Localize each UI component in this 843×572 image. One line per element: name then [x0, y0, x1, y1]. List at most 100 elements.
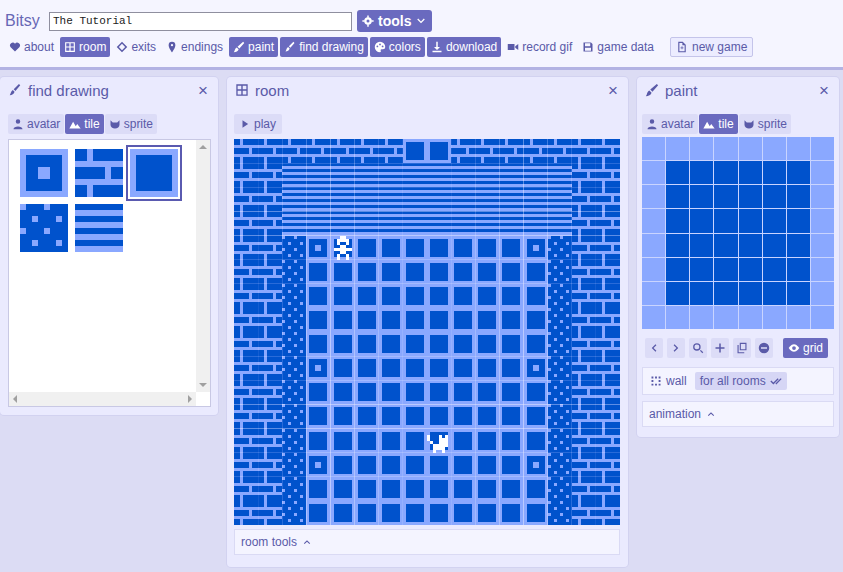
paint-pixel[interactable] — [811, 306, 834, 329]
room-tile[interactable] — [403, 453, 427, 477]
avatar[interactable] — [427, 435, 448, 453]
room-tile[interactable] — [234, 332, 258, 356]
room-tile[interactable] — [596, 429, 620, 453]
paint-pixel[interactable] — [642, 234, 665, 257]
room-tile[interactable] — [403, 308, 427, 332]
paint-pixel[interactable] — [787, 185, 810, 208]
room-tile[interactable] — [258, 236, 282, 260]
add-button[interactable] — [711, 338, 729, 358]
drawing-tab[interactable]: sprite — [105, 114, 157, 134]
room-tile[interactable] — [306, 284, 330, 308]
room-tile[interactable] — [427, 284, 451, 308]
drawing-tab[interactable]: tile — [65, 114, 103, 134]
room-tile[interactable] — [331, 236, 355, 260]
room-tile[interactable] — [331, 477, 355, 501]
room-tile[interactable] — [524, 501, 548, 525]
room-tile[interactable] — [403, 139, 427, 163]
room-tile[interactable] — [379, 284, 403, 308]
paint-pixel[interactable] — [763, 185, 786, 208]
room-tile[interactable] — [548, 308, 572, 332]
room-tile[interactable] — [596, 453, 620, 477]
wall-checkbox[interactable]: wall — [648, 374, 689, 388]
room-tile[interactable] — [475, 260, 499, 284]
room-tile[interactable] — [234, 163, 258, 187]
room-tile[interactable] — [596, 380, 620, 404]
paint-pixel[interactable] — [763, 258, 786, 281]
paint-pixel[interactable] — [811, 258, 834, 281]
room-tile[interactable] — [451, 260, 475, 284]
play-button[interactable]: play — [234, 114, 282, 134]
room-tile[interactable] — [282, 163, 306, 187]
room-tile[interactable] — [331, 187, 355, 211]
room-tile[interactable] — [427, 139, 451, 163]
room-tile[interactable] — [499, 332, 523, 356]
room-tile[interactable] — [499, 404, 523, 428]
room-tile[interactable] — [524, 356, 548, 380]
room-tile[interactable] — [403, 404, 427, 428]
paint-pixel[interactable] — [642, 161, 665, 184]
paint-pixel[interactable] — [690, 258, 713, 281]
room-tile[interactable] — [548, 260, 572, 284]
paint-pixel[interactable] — [763, 234, 786, 257]
room-tile[interactable] — [596, 332, 620, 356]
room-tile[interactable] — [524, 163, 548, 187]
panel-header[interactable]: paint× — [637, 77, 839, 103]
room-tile[interactable] — [572, 308, 596, 332]
room-tile[interactable] — [475, 380, 499, 404]
animation-toggle[interactable]: animation — [642, 401, 834, 427]
room-tile[interactable] — [234, 236, 258, 260]
room-tile[interactable] — [475, 501, 499, 525]
paint-pixel[interactable] — [642, 258, 665, 281]
paint-pixel[interactable] — [763, 282, 786, 305]
room-tile[interactable] — [379, 453, 403, 477]
room-tile[interactable] — [331, 429, 355, 453]
room-tile[interactable] — [499, 501, 523, 525]
room-tile[interactable] — [524, 308, 548, 332]
room-tile[interactable] — [355, 404, 379, 428]
room-tile[interactable] — [572, 139, 596, 163]
room-tile[interactable] — [451, 429, 475, 453]
close-button[interactable]: × — [196, 82, 210, 99]
paint-pixel[interactable] — [714, 185, 737, 208]
room-tile[interactable] — [572, 332, 596, 356]
room-tile[interactable] — [258, 163, 282, 187]
room-tile[interactable] — [355, 163, 379, 187]
paint-pixel[interactable] — [763, 306, 786, 329]
paint-pixel[interactable] — [763, 161, 786, 184]
room-tile[interactable] — [282, 211, 306, 235]
room-tile[interactable] — [258, 139, 282, 163]
room-tile[interactable] — [572, 284, 596, 308]
room-tile[interactable] — [355, 139, 379, 163]
tools-button[interactable]: tools — [357, 10, 432, 32]
room-tile[interactable] — [475, 284, 499, 308]
room-tile[interactable] — [475, 211, 499, 235]
room-tile[interactable] — [451, 501, 475, 525]
room-tile[interactable] — [331, 501, 355, 525]
paint-pixel[interactable] — [739, 209, 762, 232]
room-tile[interactable] — [596, 211, 620, 235]
nav-button[interactable]: record gif — [503, 37, 576, 57]
paint-pixel[interactable] — [787, 234, 810, 257]
previous-button[interactable] — [645, 338, 663, 358]
game-title-input[interactable] — [49, 12, 352, 31]
room-tile[interactable] — [282, 477, 306, 501]
room-tile[interactable] — [475, 429, 499, 453]
room-tile[interactable] — [475, 308, 499, 332]
paint-pixel[interactable] — [787, 161, 810, 184]
room-tile[interactable] — [451, 284, 475, 308]
room-tile[interactable] — [596, 501, 620, 525]
room-tile[interactable] — [403, 260, 427, 284]
room-tile[interactable] — [379, 211, 403, 235]
room-tile[interactable] — [258, 356, 282, 380]
room-tile[interactable] — [572, 380, 596, 404]
paint-pixel[interactable] — [739, 258, 762, 281]
room-tile[interactable] — [282, 453, 306, 477]
room-tile[interactable] — [306, 163, 330, 187]
room-tile[interactable] — [451, 139, 475, 163]
room-tile[interactable] — [427, 477, 451, 501]
room-tile[interactable] — [306, 260, 330, 284]
paint-pixel[interactable] — [763, 137, 786, 160]
paint-pixel[interactable] — [666, 234, 689, 257]
room-tile[interactable] — [403, 187, 427, 211]
room-tile[interactable] — [282, 429, 306, 453]
